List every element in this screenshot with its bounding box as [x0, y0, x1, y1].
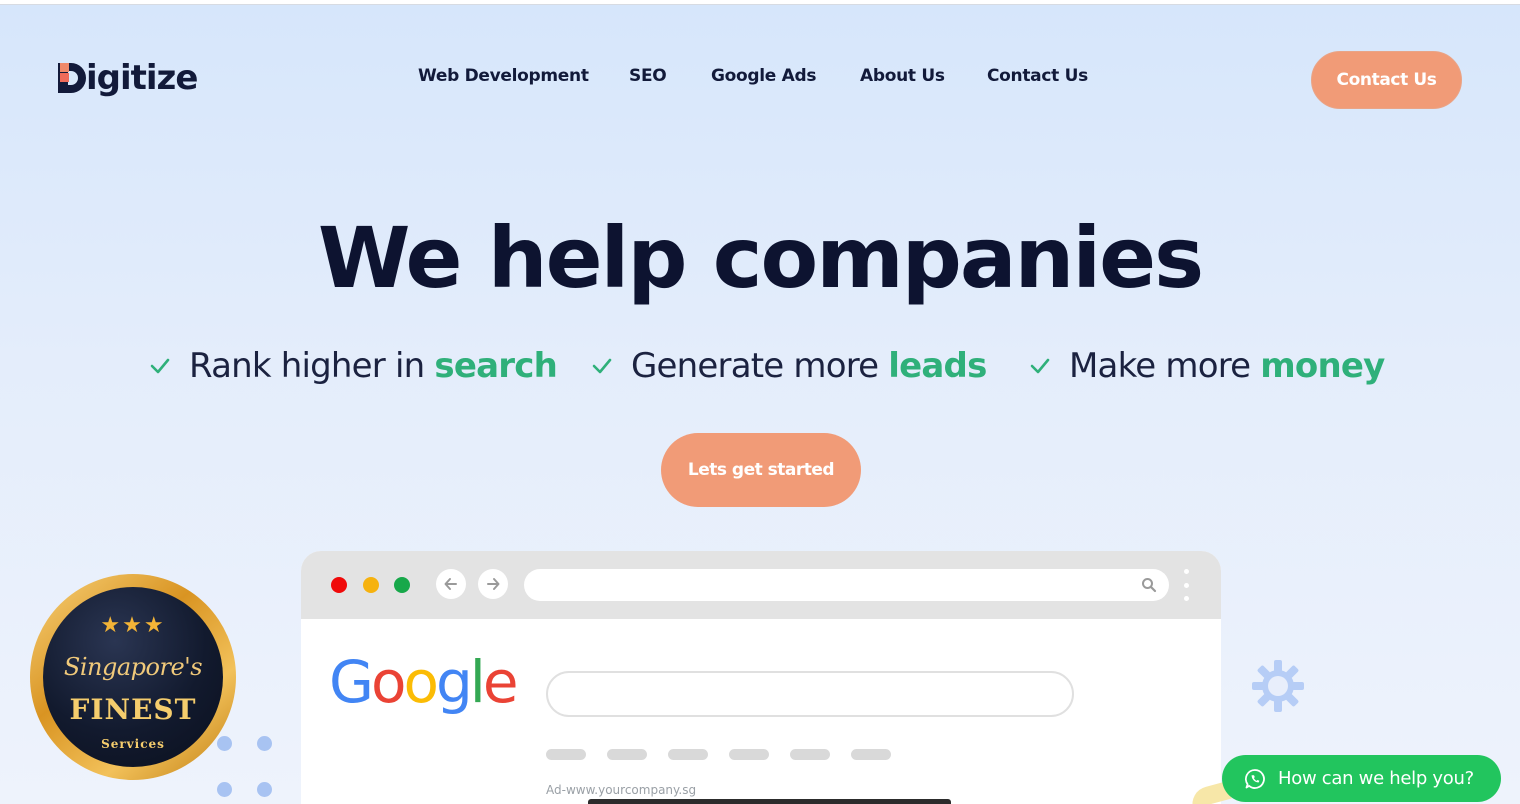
- benefit-generate-leads: Generate more leads: [591, 344, 987, 388]
- nav-item-seo[interactable]: SEO: [629, 66, 667, 86]
- benefit-text: Make more: [1069, 346, 1261, 386]
- google-search-box: [546, 671, 1074, 717]
- decorative-dot: [257, 782, 272, 797]
- contact-us-button[interactable]: Contact Us: [1311, 51, 1462, 109]
- nav-item-about-us[interactable]: About Us: [860, 66, 945, 86]
- search-tab-placeholder: [546, 749, 586, 760]
- window-close-dot: [331, 577, 347, 593]
- benefit-make-money: Make more money: [1029, 344, 1385, 388]
- search-tab-placeholder: [668, 749, 708, 760]
- badge-line1: Singapore's: [63, 653, 203, 681]
- whatsapp-icon: [1244, 768, 1266, 790]
- search-tab-placeholder: [851, 749, 891, 760]
- check-icon: [592, 358, 612, 374]
- bottom-strip: [588, 799, 951, 804]
- check-icon: [150, 358, 170, 374]
- check-icon: [1030, 358, 1050, 374]
- badge-line3: Services: [101, 737, 165, 751]
- benefit-text: Rank higher in: [189, 346, 435, 386]
- nav-item-contact-us[interactable]: Contact Us: [987, 66, 1088, 86]
- google-logo: Google: [329, 648, 519, 716]
- search-tab-placeholder: [790, 749, 830, 760]
- ad-url-text: Ad-www.yourcompany.sg: [546, 783, 697, 797]
- benefit-highlight: search: [434, 346, 557, 386]
- get-started-button[interactable]: Lets get started: [661, 433, 861, 507]
- window-maximize-dot: [394, 577, 410, 593]
- decorative-dot: [217, 782, 232, 797]
- window-minimize-dot: [363, 577, 379, 593]
- singapores-finest-badge: ★★★ Singapore's FINEST Services: [30, 574, 236, 780]
- browser-mockup: Google Ad-www.yourcompany.sg: [301, 551, 1221, 804]
- search-tab-placeholder: [729, 749, 769, 760]
- back-arrow-icon: [436, 569, 466, 599]
- search-icon: [1142, 578, 1157, 593]
- whatsapp-chat-button[interactable]: How can we help you?: [1222, 755, 1501, 802]
- benefit-rank-higher: Rank higher in search: [149, 344, 558, 388]
- nav-item-web-development[interactable]: Web Development: [418, 66, 589, 86]
- address-bar: [524, 569, 1169, 601]
- badge-stars: ★★★: [100, 613, 166, 638]
- benefit-highlight: money: [1260, 346, 1385, 386]
- gear-icon: [1252, 660, 1304, 712]
- whatsapp-chat-label: How can we help you?: [1278, 768, 1474, 789]
- logo-text: igitize: [86, 58, 198, 98]
- logo-mark-icon: [58, 59, 88, 97]
- browser-toolbar: [301, 551, 1221, 619]
- top-divider: [0, 0, 1520, 5]
- hero-title: We help companies: [317, 209, 1204, 307]
- benefit-text: Generate more: [631, 346, 889, 386]
- decorative-dot: [257, 736, 272, 751]
- benefit-highlight: leads: [888, 346, 987, 386]
- forward-arrow-icon: [478, 569, 508, 599]
- logo[interactable]: igitize: [58, 56, 198, 100]
- nav-item-google-ads[interactable]: Google Ads: [711, 66, 817, 86]
- more-vertical-icon: [1183, 569, 1189, 601]
- search-tab-placeholder: [607, 749, 647, 760]
- badge-line2: FINEST: [69, 693, 197, 726]
